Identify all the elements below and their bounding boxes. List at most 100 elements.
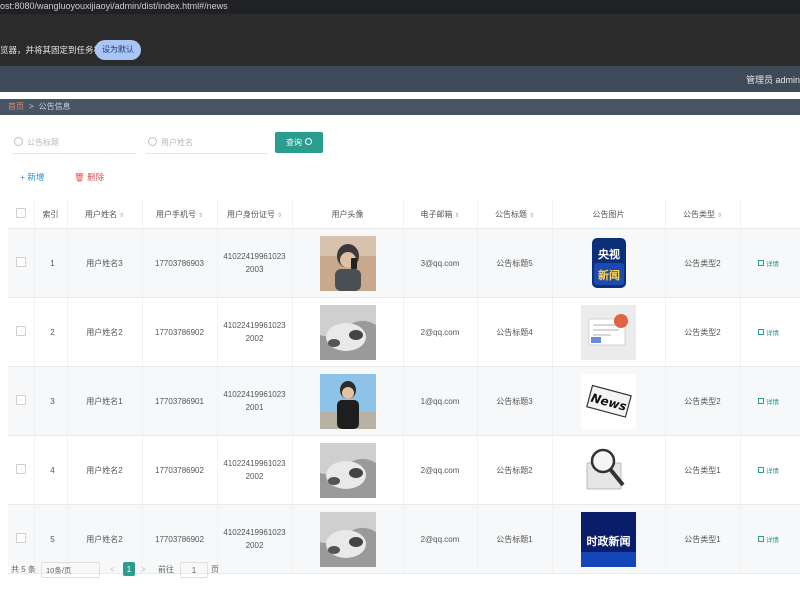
goto-page-input[interactable]: 1: [180, 562, 208, 578]
checkbox-icon: [15, 464, 26, 474]
current-page-button[interactable]: 1: [123, 562, 135, 576]
row-avatar[interactable]: [292, 366, 404, 436]
main-panel: 公告标题 用户姓名 查询 + 新增 🗑 删除 索引 用户姓名 ⇕ 用户手机号 ⇕ 用…: [0, 115, 800, 600]
address-bar[interactable]: ost:8080/wangluoyouxijiaoyi/admin/dist/i…: [0, 0, 800, 14]
row-avatar[interactable]: [292, 435, 404, 505]
row-avatar[interactable]: [292, 504, 404, 574]
search-icon: [14, 137, 23, 146]
row-type: 公告类型1: [665, 504, 741, 574]
header-phone[interactable]: 用户手机号 ⇕: [142, 200, 218, 229]
table-row: 3 用户姓名1 17703786901 41022419961023 2001 1…: [8, 366, 800, 436]
detail-button[interactable]: 详情: [740, 297, 800, 367]
row-phone: 17703786903: [142, 228, 218, 298]
delete-label: 删除: [87, 172, 105, 182]
checkbox-icon: [15, 395, 26, 405]
query-button-label: 查询: [286, 138, 302, 147]
page-unit: 页: [211, 565, 219, 574]
header-actions: [740, 200, 800, 229]
row-index: 1: [34, 228, 68, 298]
sort-icon: ⇕: [454, 212, 460, 219]
row-phone: 17703786901: [142, 366, 218, 436]
delete-button[interactable]: 🗑 删除: [74, 171, 104, 183]
row-email: 2@qq.com: [403, 435, 478, 505]
sort-icon: ⇕: [716, 212, 723, 219]
detail-icon: [758, 467, 764, 473]
header-index: 索引: [34, 200, 68, 229]
row-name: 用户姓名3: [67, 228, 143, 298]
row-checkbox[interactable]: [8, 366, 35, 436]
row-index: 4: [34, 435, 68, 505]
sort-icon: ⇕: [118, 212, 125, 219]
row-avatar[interactable]: [292, 228, 404, 298]
cctv-line2: 新闻: [598, 268, 620, 282]
prev-page-button[interactable]: <: [110, 562, 115, 578]
politics-news-image: 时政新闻: [581, 511, 636, 567]
checkbox-icon: [15, 257, 26, 267]
detail-button[interactable]: 详情: [740, 435, 800, 505]
header-email[interactable]: 电子邮箱 ⇕: [403, 200, 478, 229]
row-avatar[interactable]: [292, 297, 404, 367]
row-image[interactable]: [552, 297, 666, 367]
table-row: 1 用户姓名3 17703786903 41022419961023 2003 3…: [8, 228, 800, 298]
table-row: 4 用户姓名2 17703786902 41022419961023 2002 2…: [8, 435, 800, 505]
select-all-checkbox[interactable]: [8, 200, 35, 229]
header-idcard[interactable]: 用户身份证号 ⇕: [217, 200, 293, 229]
row-image[interactable]: [552, 435, 666, 505]
news-table: 索引 用户姓名 ⇕ 用户手机号 ⇕ 用户身份证号 ⇕ 用户头像 电子邮箱 ⇕ 公告标题 ⇕…: [8, 200, 800, 574]
row-idcard: 41022419961023 2002: [217, 504, 293, 574]
detail-button[interactable]: 详情: [740, 228, 800, 298]
magnifier-news-image: [581, 442, 636, 498]
next-page-button[interactable]: >: [141, 562, 146, 578]
detail-icon: [758, 398, 764, 404]
page-size-select[interactable]: 10条/页: [41, 562, 100, 578]
pager-total: 共 5 条: [11, 565, 36, 574]
header-type[interactable]: 公告类型 ⇕: [665, 200, 741, 229]
row-idcard: 41022419961023 2001: [217, 366, 293, 436]
row-type: 公告类型2: [665, 366, 741, 436]
row-checkbox[interactable]: [8, 228, 35, 298]
row-name: 用户姓名1: [67, 366, 143, 436]
row-email: 2@qq.com: [403, 297, 478, 367]
detail-icon: [758, 329, 764, 335]
add-button[interactable]: + 新增: [20, 171, 44, 183]
header-name[interactable]: 用户姓名 ⇕: [67, 200, 143, 229]
row-image[interactable]: News: [552, 366, 666, 436]
row-name: 用户姓名2: [67, 297, 143, 367]
breadcrumb-home[interactable]: 首页: [8, 102, 24, 111]
query-button[interactable]: 查询: [275, 132, 323, 153]
row-image[interactable]: 央视 新闻: [552, 228, 666, 298]
row-title: 公告标题2: [477, 435, 553, 505]
row-email: 2@qq.com: [403, 504, 478, 574]
news-paper-image: News: [581, 373, 636, 429]
title-search-input[interactable]: 公告标题: [12, 133, 136, 154]
politics-text: 时政新闻: [587, 534, 631, 548]
newspaper-image: [581, 304, 636, 360]
current-user[interactable]: 管理员 admin: [746, 73, 800, 86]
user-search-input[interactable]: 用户姓名: [146, 133, 268, 154]
cctv-line1: 央视: [598, 247, 620, 261]
sort-icon: ⇕: [276, 212, 283, 219]
row-index: 3: [34, 366, 68, 436]
row-email: 3@qq.com: [403, 228, 478, 298]
row-type: 公告类型1: [665, 435, 741, 505]
row-checkbox[interactable]: [8, 435, 35, 505]
header-avatar: 用户头像: [292, 200, 404, 229]
goto-label: 前往: [158, 565, 174, 574]
avatar-image: [319, 442, 376, 498]
row-image[interactable]: 时政新闻: [552, 504, 666, 574]
avatar-image: [319, 235, 376, 291]
row-idcard: 41022419961023 2002: [217, 297, 293, 367]
header-title[interactable]: 公告标题 ⇕: [477, 200, 553, 229]
breadcrumb-current: 公告信息: [38, 102, 71, 111]
row-checkbox[interactable]: [8, 297, 35, 367]
row-idcard: 41022419961023 2003: [217, 228, 293, 298]
detail-button[interactable]: 详情: [740, 504, 800, 574]
set-default-button[interactable]: 设为默认: [95, 40, 141, 60]
row-type: 公告类型2: [665, 297, 741, 367]
detail-icon: [758, 260, 764, 266]
title-search-placeholder: 公告标题: [27, 138, 59, 147]
detail-button[interactable]: 详情: [740, 366, 800, 436]
row-idcard: 41022419961023 2002: [217, 435, 293, 505]
row-type: 公告类型2: [665, 228, 741, 298]
checkbox-icon: [15, 533, 26, 543]
